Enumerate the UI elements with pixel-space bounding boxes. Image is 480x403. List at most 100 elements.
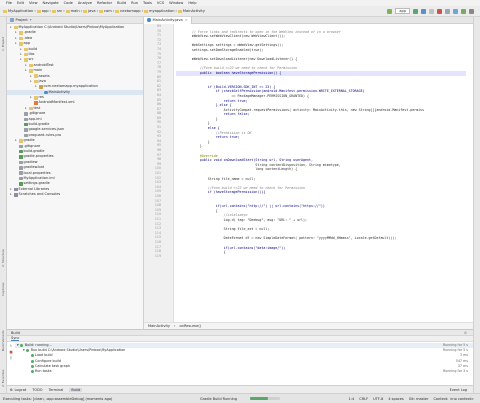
bottom-tab-logcat[interactable]: 6: Logcat [10, 388, 26, 392]
build-panel-title: Build [11, 330, 20, 335]
breadcrumb-item[interactable]: com [99, 9, 112, 13]
menu-code[interactable]: Code [64, 1, 73, 5]
menu-navigate[interactable]: Navigate [43, 1, 59, 5]
line-number-gutter: 69 70 71 72 73 74 75 76 77 78 79 80 81 82 83 84 85 86 87 88… [144, 24, 174, 322]
status-item[interactable]: 4 spaces [388, 397, 403, 401]
sync-icon[interactable] [445, 8, 450, 14]
status-item[interactable]: 1:4 [349, 397, 355, 401]
make-project-icon[interactable] [387, 8, 393, 14]
menu-help[interactable]: Help [188, 1, 196, 5]
breadcrumb-label: main [70, 9, 80, 13]
breadcrumb-label: com [104, 9, 112, 13]
settings-icon[interactable]: ⚙ [464, 331, 467, 335]
event-log-tab[interactable]: Event Log [450, 388, 467, 392]
breadcrumb-item[interactable]: src [51, 9, 62, 13]
folder-icon [19, 36, 23, 41]
debug-icon[interactable] [421, 8, 426, 14]
sdk-manager-icon[interactable] [461, 8, 466, 14]
expand-arrow-icon[interactable]: ▸ [25, 68, 28, 73]
run-config-select[interactable]: app [395, 8, 410, 14]
menu-build[interactable]: Build [117, 1, 126, 5]
expand-arrow-icon[interactable]: ▸ [15, 41, 18, 46]
menu-refactor[interactable]: Refactor [97, 1, 112, 5]
chevron-right-icon: › [96, 9, 99, 13]
breadcrumb-item[interactable]: app [36, 9, 49, 13]
folder-icon [34, 96, 38, 100]
breadcrumb-item[interactable]: main [65, 9, 80, 13]
project-panel-title[interactable]: Project [16, 18, 28, 22]
run-icon[interactable] [413, 8, 418, 14]
progress-bar [250, 397, 280, 400]
avd-manager-icon[interactable] [453, 8, 458, 14]
success-icon [26, 349, 30, 353]
tab-sync[interactable]: Sync [11, 336, 20, 341]
stop-icon[interactable] [437, 8, 442, 14]
status-item[interactable]: Git: master [409, 397, 429, 401]
breadcrumb-item[interactable]: java [83, 9, 96, 13]
menu-tools[interactable]: Tools [143, 1, 152, 5]
code-breadcrumb-item[interactable]: MainActivity [148, 324, 170, 328]
chevron-down-icon[interactable]: ▾ [30, 18, 32, 22]
status-item[interactable]: Context: <no context> [433, 397, 474, 401]
search-icon[interactable] [469, 8, 474, 14]
close-icon[interactable]: × [185, 18, 188, 22]
breadcrumb-item[interactable]: myapplication [144, 9, 174, 13]
folder-icon [99, 9, 104, 13]
breadcrumb-item[interactable]: nextomapp [115, 9, 141, 13]
chevron-right-icon: › [34, 9, 36, 13]
chevron-right-icon: › [63, 9, 65, 13]
expand-arrow-icon[interactable]: ▸ [10, 192, 13, 197]
lib-icon [14, 187, 18, 192]
bottom-tab-build[interactable]: Build [69, 387, 83, 392]
bottom-tab-todo[interactable]: TODO [32, 388, 42, 392]
breadcrumb-label: java [88, 9, 96, 13]
folder-icon [24, 58, 28, 62]
build-tree-item[interactable]: Run tasks Running for 3 s [15, 369, 473, 374]
tool-tab-project[interactable]: 1: Project [1, 21, 6, 51]
expand-arrow-icon[interactable]: ▸ [30, 79, 33, 84]
status-item[interactable]: CRLF [359, 397, 368, 401]
folder-icon [65, 9, 70, 13]
stop-build-icon[interactable]: ■ [9, 350, 12, 354]
breadcrumb-item[interactable]: MainActivity [177, 9, 205, 13]
rerun-icon[interactable]: ↻ [10, 344, 13, 348]
profile-icon[interactable] [429, 8, 434, 14]
code-breadcrumb-item[interactable]: onResume() [179, 324, 201, 328]
breadcrumb-label: myapplication [149, 9, 175, 13]
menu-window[interactable]: Window [169, 1, 183, 5]
expand-arrow-icon[interactable]: ▸ [10, 25, 13, 30]
toolbar: app [387, 8, 474, 14]
menu-file[interactable]: File [6, 1, 12, 5]
filter-icon[interactable]: ⚲ [10, 356, 13, 360]
tree-item[interactable]: ▸ Scratches and Consoles [7, 192, 143, 197]
file-icon [24, 133, 28, 138]
tool-tab-favorites[interactable]: 2: Favorites [1, 357, 6, 387]
expand-arrow-icon[interactable]: ▸ [20, 57, 23, 62]
xml-icon [34, 101, 38, 105]
code-content[interactable]: // Force links and redirects to open in … [176, 25, 466, 322]
menu-analyze[interactable]: Analyze [78, 1, 92, 5]
breadcrumb-label: MyApplication [8, 9, 34, 13]
folder-icon [83, 9, 88, 13]
menu-view[interactable]: View [29, 1, 38, 5]
menu-vcs[interactable]: VCS [157, 1, 164, 5]
folder-icon [19, 42, 23, 46]
folder-icon [177, 9, 182, 13]
progress-label: Gradle Build Running [200, 396, 237, 401]
tool-tab-build-variants[interactable]: Build Variants [1, 317, 6, 351]
status-item[interactable]: UTF-8 [373, 397, 383, 401]
breadcrumb-item[interactable]: MyApplication [3, 9, 33, 13]
menu-run[interactable]: Run [131, 1, 138, 5]
expand-arrow-icon[interactable]: ▸ [35, 84, 38, 89]
tab-mainactivity[interactable]: MainActivity.java × [144, 16, 192, 24]
file-icon [24, 112, 28, 116]
expand-arrow-icon[interactable]: ▸ [30, 95, 33, 100]
class-icon [44, 90, 48, 95]
menu-edit[interactable]: Edit [17, 1, 24, 5]
success-icon [30, 359, 34, 363]
expand-arrow-icon[interactable]: ▸ [15, 138, 18, 143]
tool-tab-captures[interactable]: Captures [1, 272, 6, 297]
bottom-tab-terminal[interactable]: Terminal [49, 388, 64, 392]
tool-tab-structure[interactable]: 2: Structure [1, 237, 6, 267]
